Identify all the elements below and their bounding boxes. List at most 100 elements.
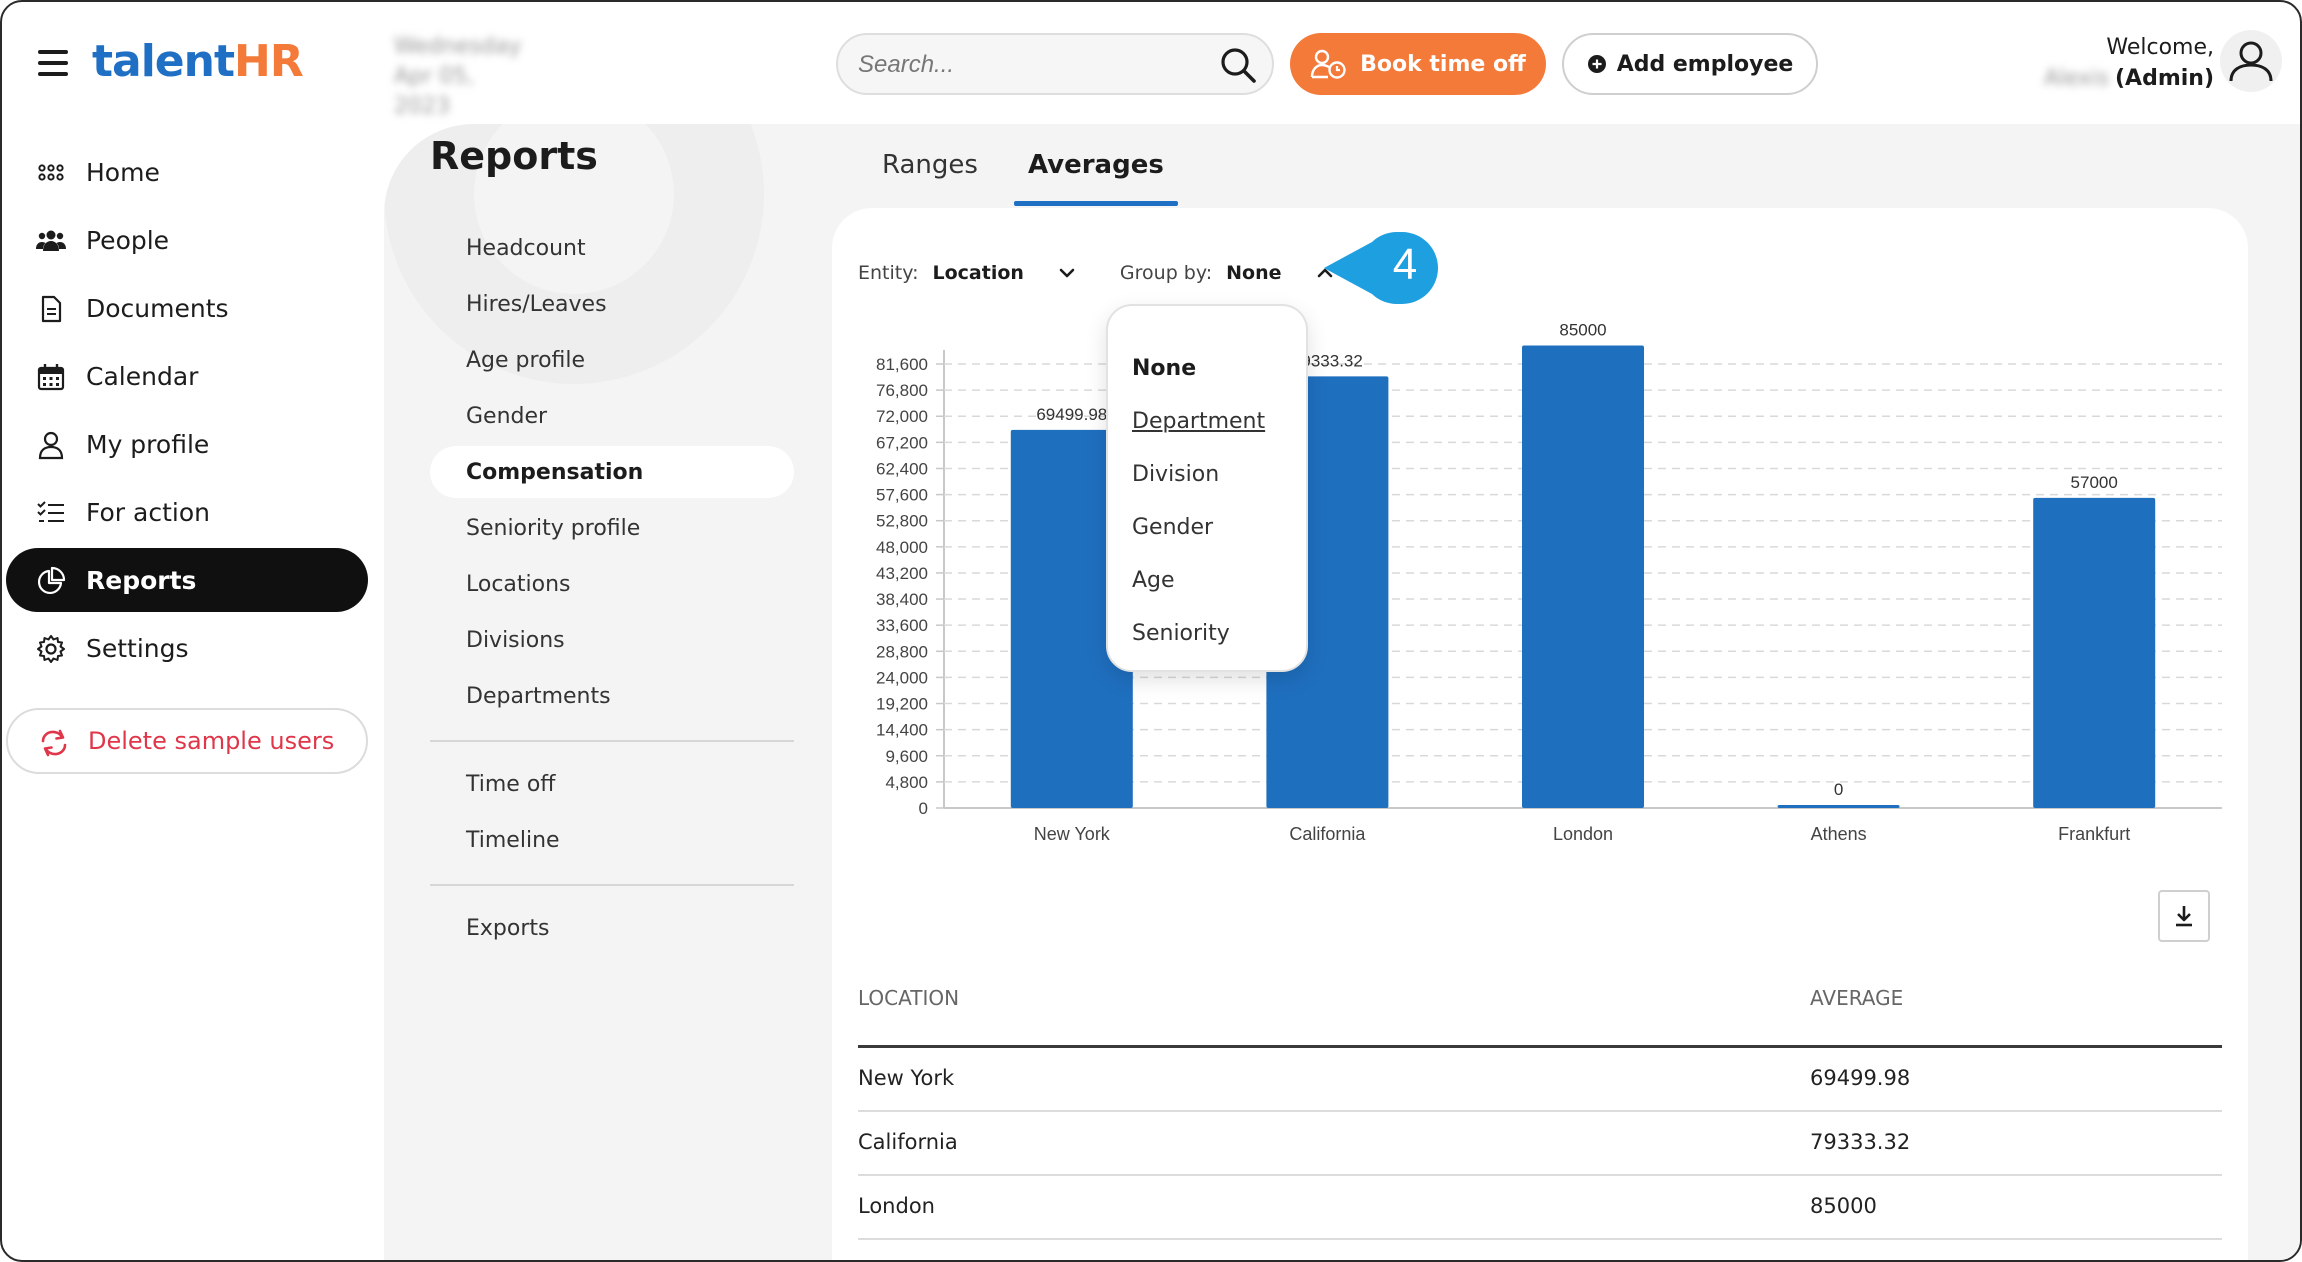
sidebar-item-label: Reports (86, 565, 197, 595)
sidebar-item-documents[interactable]: Documents (6, 276, 368, 340)
book-time-off-label: Book time off (1360, 51, 1526, 77)
x-tick-label: New York (1034, 824, 1111, 844)
submenu-item-label: Time off (466, 771, 556, 797)
group-by-select[interactable]: Group by: None (1120, 262, 1336, 284)
submenu-item-compensation[interactable]: Compensation (430, 446, 794, 498)
submenu-item-exports[interactable]: Exports (430, 902, 794, 954)
sidebar-item-settings[interactable]: Settings (6, 616, 368, 680)
dropdown-option-division[interactable]: Division (1108, 448, 1306, 501)
sidebar-item-reports[interactable]: Reports (6, 548, 368, 612)
tab-averages[interactable]: Averages (1013, 142, 1178, 206)
table-row: London 85000 (858, 1176, 2222, 1240)
submenu-item-gender[interactable]: Gender (430, 390, 794, 442)
table-header: Location Average (858, 966, 2222, 1048)
sidebar-nav: Home People Documents Calendar My profil… (6, 140, 368, 684)
submenu-item-timeline[interactable]: Timeline (430, 814, 794, 866)
submenu-item-label: Seniority profile (466, 515, 641, 541)
submenu-item-hires-leaves[interactable]: Hires/Leaves (430, 278, 794, 330)
logo[interactable]: talentHR (92, 36, 304, 87)
submenu-item-age-profile[interactable]: Age profile (430, 334, 794, 386)
sidebar-item-label: Documents (86, 293, 229, 323)
search-icon[interactable] (1218, 45, 1258, 85)
search-box[interactable] (836, 33, 1274, 95)
menu-icon[interactable] (38, 50, 68, 76)
submenu-item-headcount[interactable]: Headcount (430, 222, 794, 274)
sidebar-item-label: For action (86, 497, 210, 527)
tab-ranges[interactable]: Ranges (882, 142, 978, 206)
add-employee-button[interactable]: Add employee (1562, 33, 1818, 95)
book-time-off-button[interactable]: Book time off (1290, 33, 1546, 95)
download-icon (2176, 906, 2192, 927)
bar-london (1522, 345, 1644, 808)
date-full: Apr 05, 2023 (394, 64, 475, 119)
table-row: California 79333.32 (858, 1112, 2222, 1176)
add-employee-label: Add employee (1616, 51, 1794, 77)
sidebar-item-my-profile[interactable]: My profile (6, 412, 368, 476)
sidebar-item-label: My profile (86, 429, 210, 459)
y-tick-label: 43,200 (876, 564, 928, 583)
sidebar-item-for-action[interactable]: For action (6, 480, 368, 544)
sidebar-item-calendar[interactable]: Calendar (6, 344, 368, 408)
y-tick-label: 33,600 (876, 616, 928, 635)
user-icon (38, 431, 64, 460)
column-header-location: Location (858, 986, 960, 1010)
submenu-item-label: Timeline (466, 827, 560, 853)
y-tick-label: 81,600 (876, 355, 928, 374)
dropdown-option-gender[interactable]: Gender (1108, 501, 1306, 554)
submenu-item-label: Hires/Leaves (466, 291, 607, 317)
checklist-icon (37, 501, 64, 522)
search-input[interactable] (858, 47, 1198, 83)
submenu-item-seniority-profile[interactable]: Seniority profile (430, 502, 794, 554)
submenu-item-time-off[interactable]: Time off (430, 758, 794, 810)
cell-location: New York (858, 1066, 955, 1090)
refresh-icon (41, 729, 67, 757)
pie-chart-icon (37, 566, 66, 595)
data-label: 0 (1834, 780, 1843, 799)
logo-hr: HR (234, 36, 304, 87)
entity-label: Entity: (858, 262, 919, 284)
cell-average: 69499.98 (1810, 1066, 1911, 1090)
user-clock-icon (1310, 49, 1346, 79)
sidebar-item-home[interactable]: Home (6, 140, 368, 204)
dropdown-option-label: Division (1132, 462, 1220, 487)
submenu-item-departments[interactable]: Departments (430, 670, 794, 722)
column-header-average: Average (1810, 986, 1904, 1010)
dropdown-option-seniority[interactable]: Seniority (1108, 607, 1306, 660)
y-tick-label: 76,800 (876, 381, 928, 400)
delete-sample-users-button[interactable]: Delete sample users (6, 708, 368, 774)
submenu-item-label: Departments (466, 683, 611, 709)
current-date: Wednesday Apr 05, 2023 (394, 32, 524, 122)
cell-average: 85000 (1810, 1194, 1877, 1218)
y-tick-label: 52,800 (876, 512, 928, 531)
user-name: Alexis (2044, 66, 2109, 91)
submenu-divider (430, 740, 794, 742)
calendar-icon (37, 364, 65, 391)
dropdown-option-label: Seniority (1132, 621, 1230, 646)
cell-average: 79333.32 (1810, 1130, 1911, 1154)
y-tick-label: 28,800 (876, 642, 928, 661)
user-role: (Admin) (2114, 66, 2214, 91)
dropdown-option-none[interactable]: None (1108, 342, 1306, 395)
sidebar-item-people[interactable]: People (6, 208, 368, 272)
avatar[interactable] (2220, 30, 2282, 92)
grid-dots-icon (38, 164, 64, 181)
dropdown-option-age[interactable]: Age (1108, 554, 1306, 607)
entity-select[interactable]: Entity: Location (858, 262, 1078, 284)
group-by-value: None (1226, 262, 1282, 284)
data-label: 69499.98 (1036, 405, 1107, 424)
averages-table: Location Average New York 69499.98 Calif… (858, 966, 2222, 1240)
x-tick-label: Frankfurt (2058, 824, 2130, 844)
entity-value: Location (932, 262, 1024, 284)
y-tick-label: 38,400 (876, 590, 928, 609)
dropdown-option-department[interactable]: Department (1108, 395, 1306, 448)
cell-location: California (858, 1130, 958, 1154)
logo-talent: talent (92, 36, 235, 87)
x-tick-label: California (1289, 824, 1366, 844)
download-button[interactable] (2158, 890, 2210, 942)
welcome-block: Welcome, Alexis (Admin) (2044, 32, 2214, 94)
x-tick-label: Athens (1811, 824, 1867, 844)
submenu-item-divisions[interactable]: Divisions (430, 614, 794, 666)
gear-icon (37, 635, 65, 663)
submenu-item-locations[interactable]: Locations (430, 558, 794, 610)
step-callout: 4 (1322, 228, 1438, 308)
